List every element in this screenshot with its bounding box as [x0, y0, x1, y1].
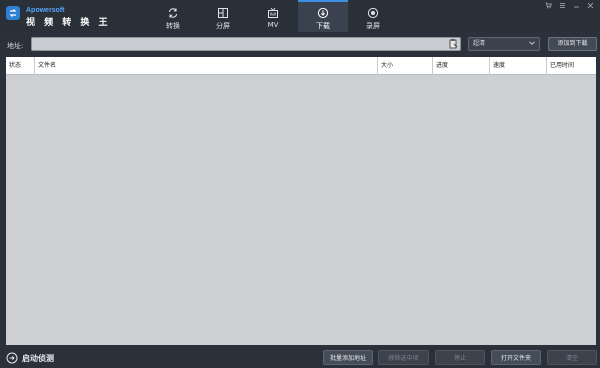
- remove-selected-button[interactable]: 移除选中项: [378, 350, 429, 365]
- column-header-elapsed[interactable]: 已用时间: [547, 57, 596, 75]
- quality-select[interactable]: 超清: [468, 37, 540, 51]
- detection-toggle[interactable]: 启动侦测: [6, 352, 54, 364]
- clear-button[interactable]: 清空: [547, 350, 597, 365]
- main-nav: 转换 分屏 MV 下载 录屏: [148, 0, 398, 32]
- table-header: 状态 文件名 大小 进度 速度 已用时间: [6, 57, 596, 75]
- batch-add-button[interactable]: 批量添加地址: [323, 350, 373, 365]
- title-bar: Apowersoft 视 频 转 换 王 转换 分屏 MV 下载 录屏: [0, 0, 600, 32]
- close-icon[interactable]: [587, 2, 594, 11]
- download-icon: [317, 7, 329, 19]
- add-to-download-button[interactable]: 添加到下载: [548, 37, 597, 51]
- app-title: 视 频 转 换 王: [26, 18, 111, 28]
- column-header-filename[interactable]: 文件名: [35, 57, 378, 75]
- tab-convert[interactable]: 转换: [148, 0, 198, 32]
- column-header-speed[interactable]: 速度: [490, 57, 547, 75]
- column-header-size[interactable]: 大小: [378, 57, 433, 75]
- record-icon: [367, 7, 379, 19]
- brand-name: Apowersoft: [26, 7, 65, 14]
- minimize-icon[interactable]: [573, 2, 580, 11]
- tab-mv[interactable]: MV: [248, 0, 298, 32]
- address-label: 地址:: [7, 42, 24, 50]
- tab-record[interactable]: 录屏: [348, 0, 398, 32]
- tab-download[interactable]: 下载: [298, 0, 348, 32]
- window-controls: [545, 2, 594, 11]
- download-table: 状态 文件名 大小 进度 速度 已用时间: [6, 57, 596, 345]
- cart-icon[interactable]: [545, 2, 552, 11]
- detection-icon: [6, 352, 18, 364]
- tab-label: MV: [267, 21, 279, 29]
- mv-icon: [268, 7, 278, 18]
- column-header-status[interactable]: 状态: [6, 57, 35, 75]
- convert-icon: [168, 8, 178, 18]
- quality-value: 超清: [473, 40, 486, 47]
- address-input[interactable]: [31, 37, 461, 51]
- tab-split-screen[interactable]: 分屏: [198, 0, 248, 32]
- open-folder-button[interactable]: 打开文件夹: [491, 350, 541, 365]
- menu-icon[interactable]: [559, 2, 566, 11]
- detection-label: 启动侦测: [22, 353, 54, 363]
- stop-button[interactable]: 停止: [435, 350, 485, 365]
- chevron-down-icon: [529, 41, 535, 45]
- tab-label: 下载: [316, 22, 330, 30]
- column-header-progress[interactable]: 进度: [433, 57, 490, 75]
- tab-label: 转换: [166, 22, 180, 30]
- tab-label: 分屏: [216, 22, 230, 30]
- paste-icon[interactable]: [448, 38, 459, 49]
- tab-label: 录屏: [366, 22, 380, 30]
- app-logo-icon: [6, 6, 20, 20]
- split-screen-icon: [218, 8, 228, 18]
